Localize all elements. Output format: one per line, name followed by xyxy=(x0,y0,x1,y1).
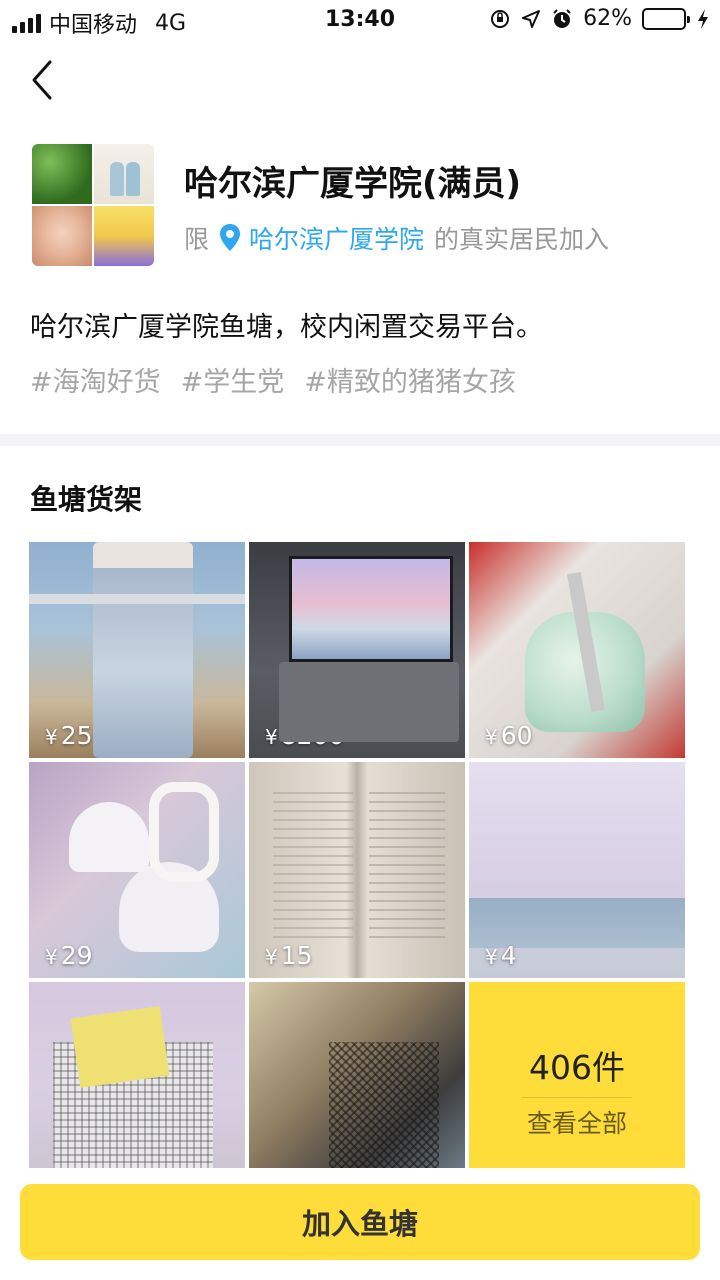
item-price: ¥4 xyxy=(485,941,517,970)
pond-description: 哈尔滨广厦学院鱼塘，校内闲置交易平台。 xyxy=(30,312,543,343)
limit-suffix: 的真实居民加入 xyxy=(434,225,610,254)
orientation-lock-icon xyxy=(489,8,511,30)
shelf-grid: ¥25 ¥8200 ¥60 ¥29 ¥15 ¥4 406件 查看全部 xyxy=(29,542,685,1198)
tag-list: #海淘好货 #学生党 #精致的猪猪女孩 xyxy=(30,360,516,399)
pond-avatar xyxy=(32,144,154,266)
status-right: 62% xyxy=(489,6,710,31)
view-all-divider xyxy=(522,1096,632,1098)
alarm-icon xyxy=(551,8,573,30)
section-divider xyxy=(0,434,720,446)
avatar-tile xyxy=(94,144,154,204)
status-bar: 中国移动 4G 13:40 62% xyxy=(0,0,720,40)
item-price: ¥29 xyxy=(45,941,93,970)
shelf-title: 鱼塘货架 xyxy=(30,483,143,516)
location-pin-icon xyxy=(219,223,241,253)
location-arrow-icon xyxy=(521,9,541,29)
shelf-item[interactable]: ¥15 xyxy=(249,762,465,978)
join-restriction: 限 哈尔滨广厦学院 的真实居民加入 xyxy=(184,220,609,256)
shelf-item[interactable] xyxy=(249,982,465,1198)
avatar-tile xyxy=(94,206,154,266)
limit-place-link[interactable]: 哈尔滨广厦学院 xyxy=(249,220,424,256)
tag[interactable]: #学生党 xyxy=(181,360,285,399)
pond-title: 哈尔滨广厦学院(满员) xyxy=(184,164,522,204)
shelf-item[interactable] xyxy=(29,982,245,1198)
chevron-left-icon xyxy=(32,60,52,100)
avatar-tile xyxy=(32,206,92,266)
shelf-item[interactable]: ¥60 xyxy=(469,542,685,758)
view-all-label: 查看全部 xyxy=(526,1108,627,1138)
avatar-tile xyxy=(32,144,92,204)
status-left: 中国移动 4G xyxy=(12,7,186,39)
shelf-item[interactable]: ¥8200 xyxy=(249,542,465,758)
view-all-button[interactable]: 406件 查看全部 xyxy=(469,982,685,1198)
tag[interactable]: #海淘好货 xyxy=(30,360,161,399)
signal-icon xyxy=(12,13,41,33)
limit-prefix: 限 xyxy=(184,225,210,254)
item-count: 406件 xyxy=(529,1047,625,1087)
network-label: 4G xyxy=(155,10,187,36)
shelf-item[interactable]: ¥25 xyxy=(29,542,245,758)
shelf-item[interactable]: ¥29 xyxy=(29,762,245,978)
item-price: ¥8200 xyxy=(265,721,345,750)
charging-icon xyxy=(696,8,710,30)
back-button[interactable] xyxy=(24,56,64,104)
item-price: ¥25 xyxy=(45,721,93,750)
carrier-label: 中国移动 xyxy=(49,13,138,38)
item-price: ¥60 xyxy=(485,721,533,750)
battery-icon xyxy=(642,7,690,30)
tag[interactable]: #精致的猪猪女孩 xyxy=(304,360,516,399)
join-pond-button[interactable]: 加入鱼塘 xyxy=(20,1184,700,1260)
shelf-item[interactable]: ¥4 xyxy=(469,762,685,978)
battery-percent: 62% xyxy=(583,6,632,31)
item-price: ¥15 xyxy=(265,941,313,970)
